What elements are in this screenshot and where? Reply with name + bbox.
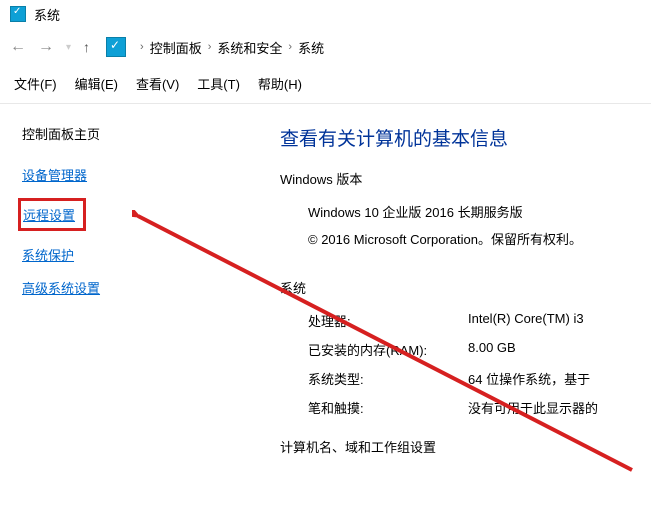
breadcrumb-item[interactable]: 控制面板 [150, 38, 202, 57]
menu-tools[interactable]: 工具(T) [197, 74, 240, 93]
breadcrumb-item[interactable]: 系统 [298, 38, 324, 57]
copyright-text: © 2016 Microsoft Corporation。保留所有权利。 [308, 229, 651, 248]
sidebar-device-manager[interactable]: 设备管理器 [22, 165, 87, 184]
sidebar-home[interactable]: 控制面板主页 [22, 124, 160, 143]
windows-edition-value: Windows 10 企业版 2016 长期服务版 [308, 202, 651, 221]
menu-bar: 文件(F) 编辑(E) 查看(V) 工具(T) 帮助(H) [0, 66, 651, 104]
prop-label: 系统类型: [308, 369, 468, 388]
prop-pen-touch: 笔和触摸: 没有可用于此显示器的 [308, 398, 651, 417]
sidebar-system-protection[interactable]: 系统保护 [22, 245, 74, 264]
main-panel: 查看有关计算机的基本信息 Windows 版本 Windows 10 企业版 2… [160, 124, 651, 456]
address-icon [106, 37, 126, 57]
prop-label: 已安装的内存(RAM): [308, 340, 468, 359]
breadcrumb[interactable]: › 控制面板 › 系统和安全 › 系统 [136, 38, 324, 57]
title-bar: 系统 [0, 0, 651, 28]
menu-help[interactable]: 帮助(H) [258, 74, 302, 93]
prop-system-type: 系统类型: 64 位操作系统，基于 [308, 369, 651, 388]
content-area: 控制面板主页 设备管理器 远程设置 系统保护 高级系统设置 查看有关计算机的基本… [0, 104, 651, 456]
nav-bar: ← → ▾ ↑ › 控制面板 › 系统和安全 › 系统 [0, 28, 651, 66]
breadcrumb-item[interactable]: 系统和安全 [217, 38, 282, 57]
computer-name-section-label: 计算机名、域和工作组设置 [280, 437, 651, 456]
annotation-highlight-box: 远程设置 [18, 198, 86, 231]
prop-value: Intel(R) Core(TM) i3 [468, 311, 651, 330]
sidebar-remote-settings[interactable]: 远程设置 [23, 208, 75, 223]
history-chevron-icon[interactable]: ▾ [66, 42, 71, 53]
prop-processor: 处理器: Intel(R) Core(TM) i3 [308, 311, 651, 330]
prop-ram: 已安装的内存(RAM): 8.00 GB [308, 340, 651, 359]
forward-icon[interactable]: → [38, 38, 54, 56]
prop-label: 处理器: [308, 311, 468, 330]
windows-edition-label: Windows 版本 [280, 169, 651, 188]
menu-view[interactable]: 查看(V) [136, 74, 179, 93]
prop-value: 8.00 GB [468, 340, 651, 359]
prop-label: 笔和触摸: [308, 398, 468, 417]
prop-value: 64 位操作系统，基于 [468, 369, 651, 388]
window-title: 系统 [34, 5, 60, 24]
system-icon [10, 6, 26, 22]
page-heading: 查看有关计算机的基本信息 [280, 124, 651, 151]
up-icon[interactable]: ↑ [83, 39, 90, 55]
system-section-label: 系统 [280, 278, 651, 297]
chevron-right-icon: › [284, 41, 296, 53]
prop-value: 没有可用于此显示器的 [468, 398, 651, 417]
sidebar: 控制面板主页 设备管理器 远程设置 系统保护 高级系统设置 [0, 124, 160, 456]
back-icon[interactable]: ← [10, 38, 26, 56]
menu-edit[interactable]: 编辑(E) [75, 74, 118, 93]
chevron-right-icon: › [204, 41, 216, 53]
menu-file[interactable]: 文件(F) [14, 74, 57, 93]
sidebar-advanced-settings[interactable]: 高级系统设置 [22, 278, 100, 297]
nav-arrows: ← → ▾ ↑ [10, 38, 90, 56]
chevron-right-icon: › [136, 41, 148, 53]
